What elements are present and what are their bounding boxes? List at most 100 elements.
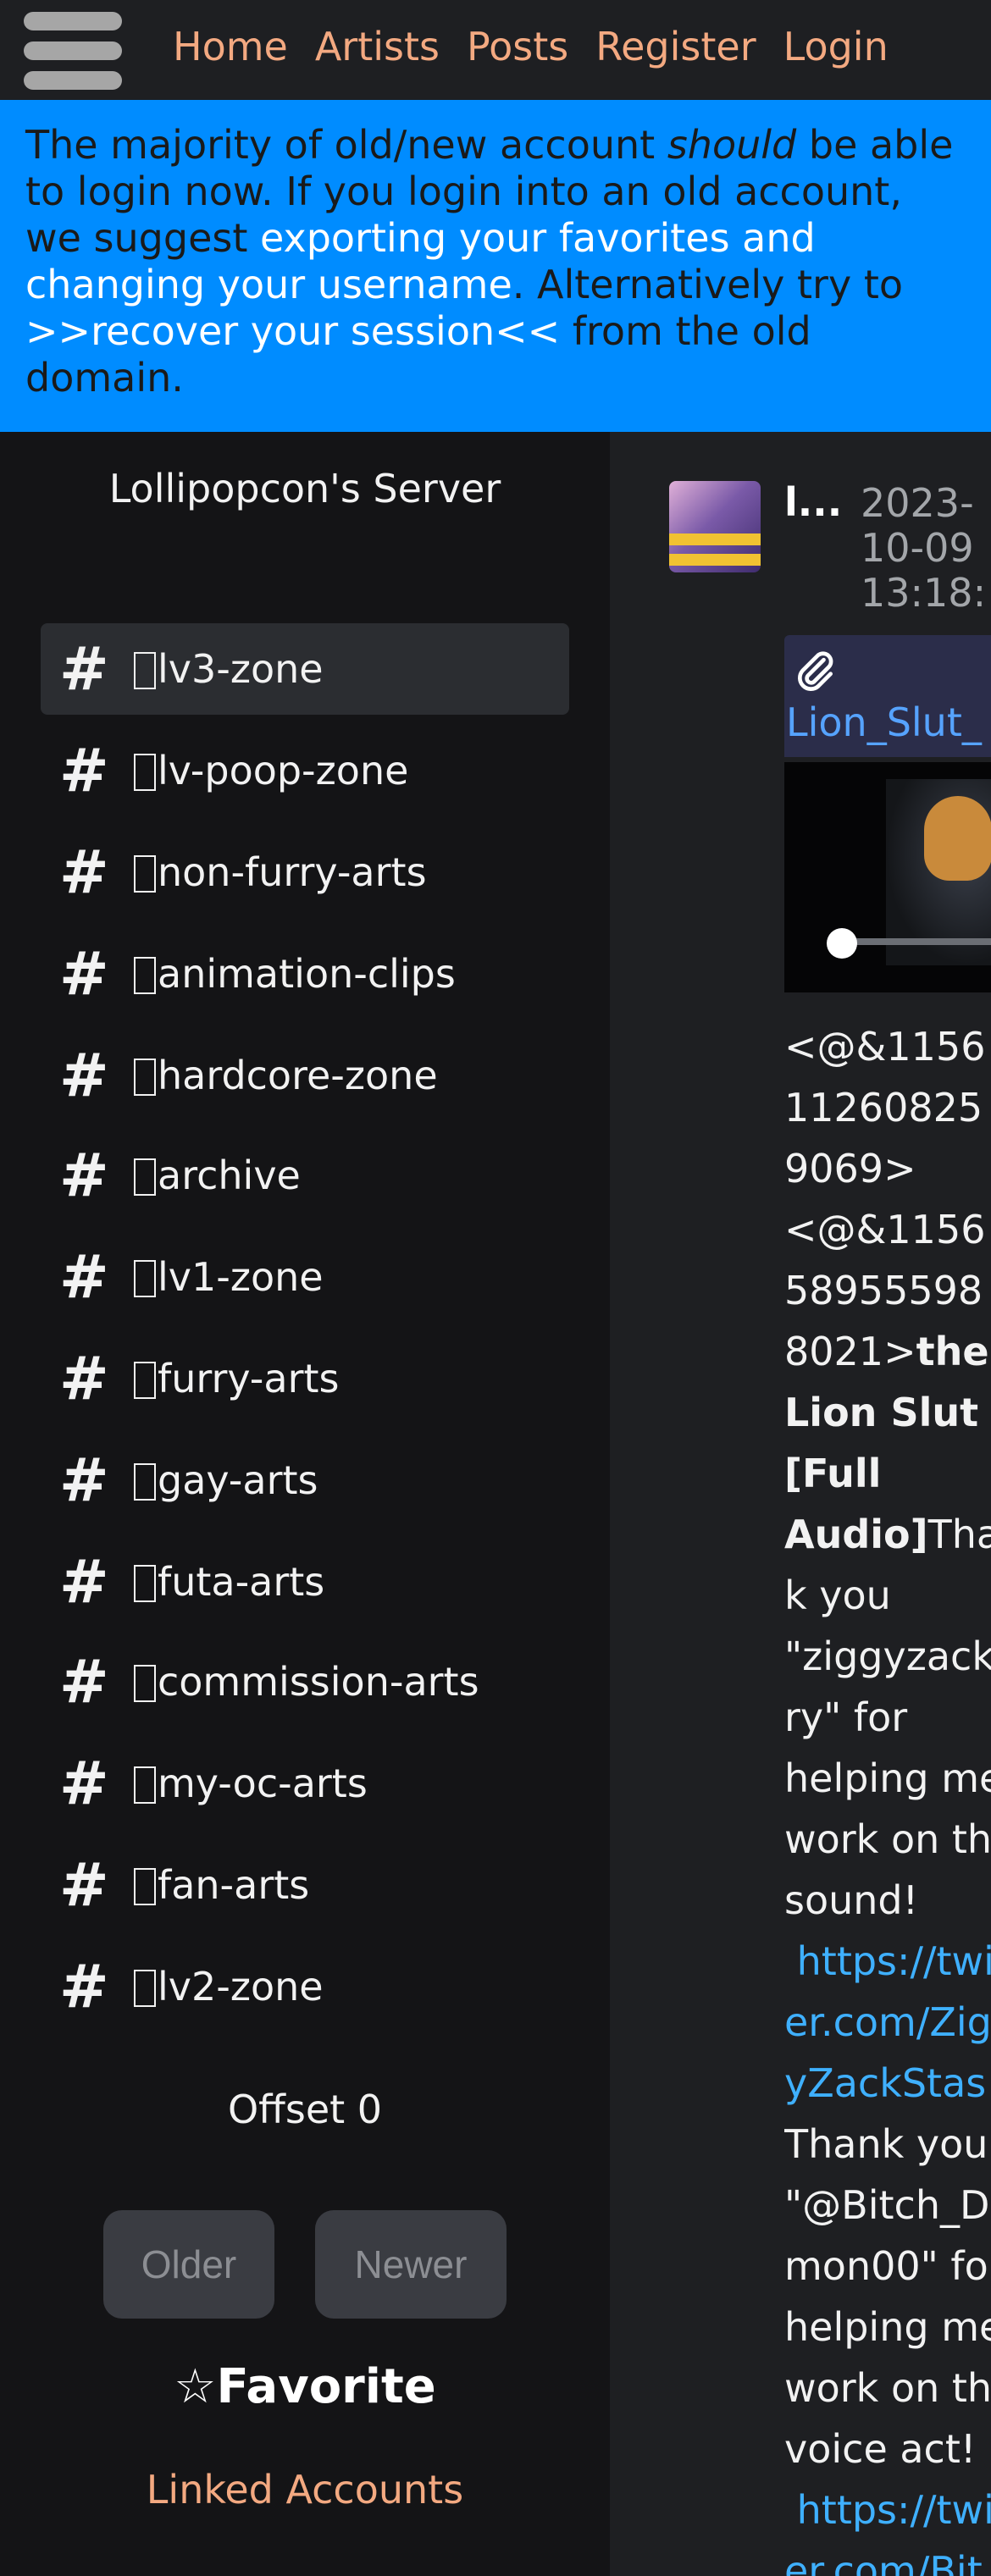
channel-label: gay-arts — [158, 1457, 318, 1503]
message-url-link[interactable]: yZackStas — [784, 2060, 986, 2106]
channel-label: non-furry-arts — [158, 849, 427, 895]
channel-label: furry-arts — [158, 1356, 340, 1401]
missing-glyph-icon — [134, 1059, 156, 1096]
announcement-banner: The majority of old/new account should b… — [0, 100, 991, 432]
message-text: ry" for — [784, 1694, 908, 1740]
message-text: helping me — [784, 2304, 991, 2350]
attachment-filename-link[interactable]: Lion_Slut_ — [786, 699, 982, 745]
favorite-button[interactable]: ☆Favorite — [0, 2359, 610, 2414]
hamburger-bar — [24, 12, 122, 30]
channel-label: lv2-zone — [158, 1964, 324, 2009]
hashtag-icon: # — [59, 1647, 109, 1716]
nav-link-login[interactable]: Login — [783, 24, 889, 69]
linked-accounts-link[interactable]: Linked Accounts — [0, 2467, 610, 2512]
channel-label: fan-arts — [158, 1862, 310, 1908]
message-text: helping me — [784, 1755, 991, 1801]
banner-emphasis: should — [667, 122, 797, 168]
channel-item-non-furry-arts[interactable]: # non-furry-arts — [41, 826, 569, 918]
message-text: k you — [784, 1573, 891, 1618]
video-scrubber-handle[interactable] — [827, 928, 857, 959]
channel-item-lv2-zone[interactable]: # lv2-zone — [41, 1941, 569, 2032]
channel-item-lv1-zone[interactable]: # lv1-zone — [41, 1231, 569, 1323]
nav-link-home[interactable]: Home — [173, 24, 288, 69]
channel-item-my-oc-arts[interactable]: # my-oc-arts — [41, 1738, 569, 1829]
missing-glyph-icon — [134, 652, 156, 689]
channel-item-gay-arts[interactable]: # gay-arts — [41, 1434, 569, 1526]
channel-item-hardcore-zone[interactable]: # hardcore-zone — [41, 1030, 569, 1121]
message-title: [Full — [784, 1451, 882, 1496]
hashtag-icon: # — [59, 1952, 109, 2021]
hashtag-icon: # — [59, 1242, 109, 1312]
avatar[interactable] — [669, 481, 761, 572]
missing-glyph-icon — [134, 1260, 156, 1297]
channel-label: lv1-zone — [158, 1254, 324, 1300]
banner-text: . Alternatively try to — [512, 262, 903, 307]
offset-label: Offset 0 — [227, 2087, 383, 2132]
top-nav: Home Artists Posts Register Login — [0, 0, 991, 100]
message-author[interactable]: l... — [784, 479, 842, 525]
message-title: Audio] — [784, 1512, 928, 1557]
channel-label: my-oc-arts — [158, 1761, 368, 1806]
role-mention: 58955598 — [784, 1268, 983, 1313]
video-frame-character — [924, 796, 991, 881]
channel-item-lv-poop-zone[interactable]: # lv-poop-zone — [41, 725, 569, 816]
hashtag-icon: # — [59, 1041, 109, 1110]
nav-links: Home Artists Posts Register Login — [173, 17, 916, 76]
channel-item-lv3-zone[interactable]: # lv3-zone — [41, 623, 569, 715]
nav-link-register[interactable]: Register — [595, 24, 756, 69]
missing-glyph-icon — [134, 1766, 156, 1804]
nav-link-posts[interactable]: Posts — [467, 24, 568, 69]
favorite-label: Favorite — [216, 2359, 436, 2414]
missing-glyph-icon — [134, 1158, 156, 1196]
missing-glyph-icon — [134, 1362, 156, 1399]
message-text: sound! — [784, 1877, 919, 1923]
hashtag-icon: # — [59, 1850, 109, 1920]
hashtag-icon: # — [59, 634, 109, 704]
channel-label: commission-arts — [158, 1659, 479, 1705]
hamburger-menu-icon[interactable] — [24, 12, 122, 90]
role-mention: 9069> — [784, 1146, 916, 1191]
newer-button[interactable]: Newer — [315, 2210, 507, 2319]
missing-glyph-icon — [134, 855, 156, 893]
paperclip-icon — [798, 651, 833, 691]
channel-item-animation-clips[interactable]: # animation-clips — [41, 928, 569, 1020]
channel-item-fan-arts[interactable]: # fan-arts — [41, 1839, 569, 1931]
role-mention: 11260825 — [784, 1085, 983, 1130]
channel-label: lv-poop-zone — [158, 748, 409, 793]
channel-label: archive — [158, 1153, 301, 1198]
missing-glyph-icon — [134, 1565, 156, 1602]
message-timestamp: 2023- 10-09 13:18: — [861, 481, 987, 616]
video-progress-track[interactable] — [835, 938, 991, 945]
avatar-detail — [669, 554, 761, 566]
hashtag-icon: # — [59, 1141, 109, 1210]
missing-glyph-icon — [134, 754, 156, 791]
message-url-link[interactable]: er.com/Bit — [784, 2548, 983, 2576]
message-url-link[interactable]: https://twi — [784, 1938, 991, 1984]
message-url-link[interactable]: https://twi — [784, 2487, 991, 2533]
missing-glyph-icon — [134, 957, 156, 994]
role-mention: <@&1156 — [784, 1207, 986, 1252]
older-button[interactable]: Older — [103, 2210, 274, 2319]
channel-item-furry-arts[interactable]: # furry-arts — [41, 1333, 569, 1424]
channel-item-futa-arts[interactable]: # futa-arts — [41, 1536, 569, 1628]
hashtag-icon: # — [59, 939, 109, 1009]
hashtag-icon: # — [59, 1547, 109, 1617]
message-pane: l... 2023- 10-09 13:18: Lion_Slut_ <@&11… — [610, 432, 991, 2576]
channel-label: animation-clips — [158, 951, 456, 997]
message-title: Lion Slut — [784, 1390, 979, 1435]
role-mention: 8021> — [784, 1329, 916, 1374]
channel-item-commission-arts[interactable]: # commission-arts — [41, 1636, 569, 1727]
message-text: Tha — [927, 1512, 991, 1557]
nav-link-artists[interactable]: Artists — [315, 24, 440, 69]
missing-glyph-icon — [134, 1665, 156, 1702]
channel-item-archive[interactable]: # archive — [41, 1130, 569, 1221]
message-text: work on th — [784, 2365, 991, 2411]
recover-session-link[interactable]: >>recover your session<< — [25, 308, 560, 354]
star-icon: ☆ — [174, 2359, 217, 2414]
hashtag-icon: # — [59, 736, 109, 805]
video-player[interactable] — [784, 762, 991, 992]
message-text: "@Bitch_D — [784, 2182, 990, 2228]
message-content: <@&1156 11260825 9069> <@&1156 58955598 … — [784, 1016, 991, 2576]
message-url-link[interactable]: er.com/Zig — [784, 1999, 991, 2045]
attachment-card: Lion_Slut_ — [784, 635, 991, 757]
